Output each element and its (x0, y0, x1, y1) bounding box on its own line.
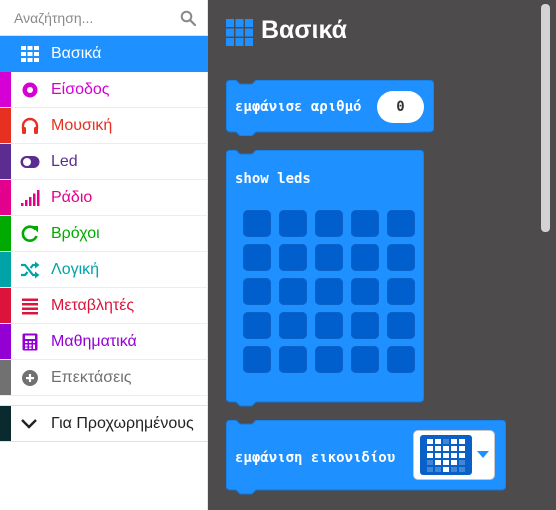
category-radio[interactable]: Ράδιο (0, 180, 208, 216)
show-number-label: εμφάνισε αριθμό (235, 99, 362, 115)
led-cell[interactable] (279, 346, 307, 373)
category-led[interactable]: Led (0, 144, 208, 180)
category-color-bar (0, 72, 11, 107)
search-input[interactable] (0, 0, 178, 35)
led-cell[interactable] (279, 312, 307, 339)
toggle-icon (20, 156, 40, 168)
led-cell[interactable] (279, 244, 307, 271)
category-label: Βρόχοι (51, 225, 100, 242)
chevron-down-icon (21, 419, 37, 429)
led-cell[interactable] (387, 312, 415, 339)
led-cell[interactable] (243, 278, 271, 305)
led-cell[interactable] (351, 244, 379, 271)
led-cell[interactable] (243, 346, 271, 373)
led-cell[interactable] (243, 210, 271, 237)
led-cell[interactable] (243, 244, 271, 271)
category-color-bar (0, 360, 11, 395)
led-cell[interactable] (315, 244, 343, 271)
category-label: Led (51, 153, 78, 170)
led-cell[interactable] (279, 278, 307, 305)
led-cell[interactable] (351, 278, 379, 305)
show-leds-label: show leds (235, 171, 311, 187)
heart-icon (427, 439, 465, 472)
category-basic[interactable]: Βασικά (0, 36, 208, 72)
signal-bars-icon (21, 190, 40, 206)
led-cell[interactable] (387, 210, 415, 237)
category-label: Επεκτάσεις (51, 369, 132, 386)
list-icon (22, 298, 38, 315)
grid-icon (226, 19, 253, 46)
category-color-bar (0, 180, 11, 215)
refresh-icon (21, 225, 38, 242)
category-music[interactable]: Μουσική (0, 108, 208, 144)
category-color-bar (0, 108, 11, 143)
category-label: Λογική (51, 261, 100, 278)
led-cell[interactable] (315, 278, 343, 305)
plus-circle-icon (22, 370, 38, 386)
calculator-icon (22, 333, 38, 351)
headphones-icon (21, 117, 39, 134)
category-color-bar (0, 288, 11, 323)
category-color-bar (0, 252, 11, 287)
category-color-bar (0, 406, 11, 441)
category-math[interactable]: Μαθηματικά (0, 324, 208, 360)
flyout-title: Βασικά (261, 16, 347, 44)
category-logic[interactable]: Λογική (0, 252, 208, 288)
category-label: Μαθηματικά (51, 333, 137, 350)
category-label: Βασικά (51, 45, 102, 62)
shuffle-icon (21, 261, 40, 279)
category-color-bar (0, 144, 11, 179)
grid-icon (21, 46, 39, 62)
category-label: Ράδιο (51, 189, 93, 206)
category-input[interactable]: Είσοδος (0, 72, 208, 108)
search-box (0, 0, 208, 36)
target-icon (22, 82, 38, 98)
category-color-bar (0, 216, 11, 251)
category-label: Είσοδος (51, 81, 110, 98)
search-icon[interactable] (180, 10, 196, 26)
led-cell[interactable] (243, 312, 271, 339)
advanced-label: Για Προχωρημένους (51, 415, 194, 432)
category-label: Μεταβλητές (51, 297, 135, 314)
led-cell[interactable] (387, 244, 415, 271)
category-extensions[interactable]: Επεκτάσεις (0, 360, 208, 396)
dropdown-arrow-icon[interactable] (474, 447, 492, 461)
led-cell[interactable] (315, 312, 343, 339)
category-label: Μουσική (51, 117, 113, 134)
category-loops[interactable]: Βρόχοι (0, 216, 208, 252)
number-input[interactable]: 0 (377, 91, 424, 123)
led-cell[interactable] (351, 312, 379, 339)
led-cell[interactable] (387, 278, 415, 305)
led-cell[interactable] (279, 210, 307, 237)
led-cell[interactable] (315, 210, 343, 237)
toolbox: Βασικά Είσοδος Μουσική Led (0, 0, 208, 510)
led-cell[interactable] (387, 346, 415, 373)
led-cell[interactable] (351, 346, 379, 373)
icon-preview (420, 435, 472, 475)
advanced-toggle[interactable]: Για Προχωρημένους (0, 405, 208, 442)
category-color-bar (0, 324, 11, 359)
led-cell[interactable] (351, 210, 379, 237)
show-icon-label: εμφάνιση εικονιδίου (235, 450, 396, 466)
led-cell[interactable] (315, 346, 343, 373)
category-variables[interactable]: Μεταβλητές (0, 288, 208, 324)
icon-picker[interactable] (413, 430, 495, 480)
flyout-scrollbar[interactable] (541, 4, 550, 232)
